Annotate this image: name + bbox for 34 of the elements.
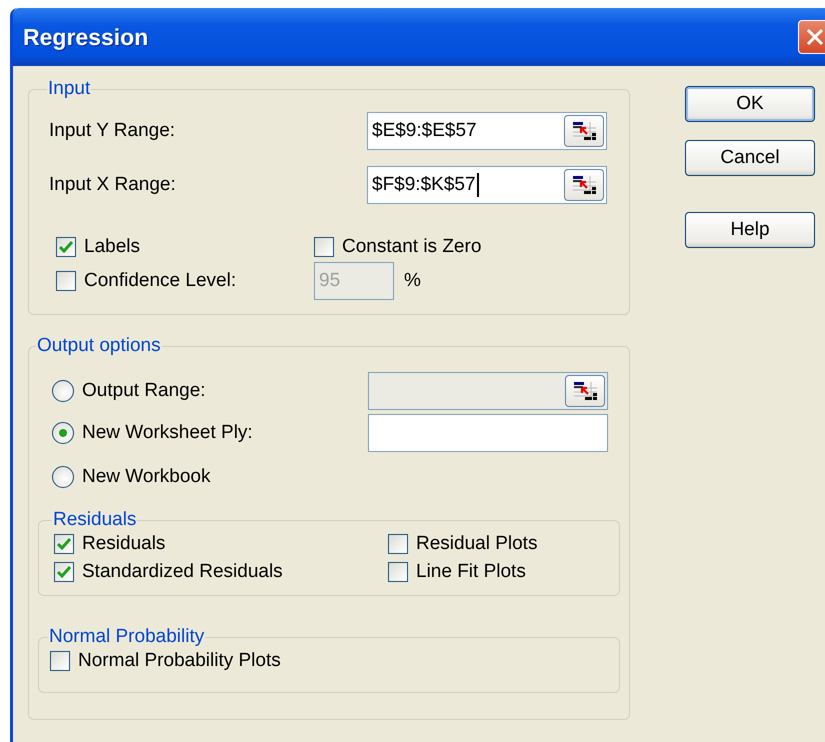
checkbox[interactable]: Labels xyxy=(56,236,314,258)
radio-option[interactable]: New Worksheet Ply: xyxy=(52,422,368,444)
field-label: Input X Range: xyxy=(49,174,177,196)
checkbox[interactable]: Line Fit Plots xyxy=(388,561,619,583)
range-select-icon xyxy=(570,174,598,196)
output-field[interactable] xyxy=(368,414,608,452)
range-field[interactable]: $F$9:$K$57 xyxy=(367,166,607,204)
check-icon xyxy=(57,566,71,578)
checkbox[interactable]: Constant is Zero xyxy=(314,236,482,258)
checkbox[interactable]: Normal Probability Plots xyxy=(50,650,619,672)
checkbox[interactable]: Residuals xyxy=(54,533,388,555)
percent-label: % xyxy=(404,270,421,292)
range-select-icon xyxy=(571,380,599,402)
group-legend: Input xyxy=(47,78,92,100)
range-select-icon xyxy=(570,120,598,142)
dialog-button[interactable]: Cancel xyxy=(685,140,815,176)
range-select-button[interactable] xyxy=(564,115,604,147)
group-legend: Output options xyxy=(36,335,162,357)
window-title: Regression xyxy=(23,24,148,50)
check-icon xyxy=(59,241,73,253)
dialog-button[interactable]: OK xyxy=(685,86,815,122)
checkbox[interactable]: Residual Plots xyxy=(388,533,619,555)
radio-option[interactable]: New Workbook xyxy=(52,466,368,488)
range-select-button[interactable] xyxy=(564,169,604,201)
dialog-button[interactable]: Help xyxy=(685,212,815,248)
close-button[interactable] xyxy=(798,20,825,54)
radio-option[interactable]: Output Range: xyxy=(52,380,368,402)
group-legend: Normal Probability xyxy=(48,626,206,648)
group-legend: Residuals xyxy=(52,509,138,531)
range-field[interactable]: $E$9:$E$57 xyxy=(367,112,607,150)
close-icon xyxy=(806,28,824,46)
field-label: Input Y Range: xyxy=(49,120,176,142)
checkbox[interactable]: Standardized Residuals xyxy=(54,561,388,583)
check-icon xyxy=(57,538,71,550)
